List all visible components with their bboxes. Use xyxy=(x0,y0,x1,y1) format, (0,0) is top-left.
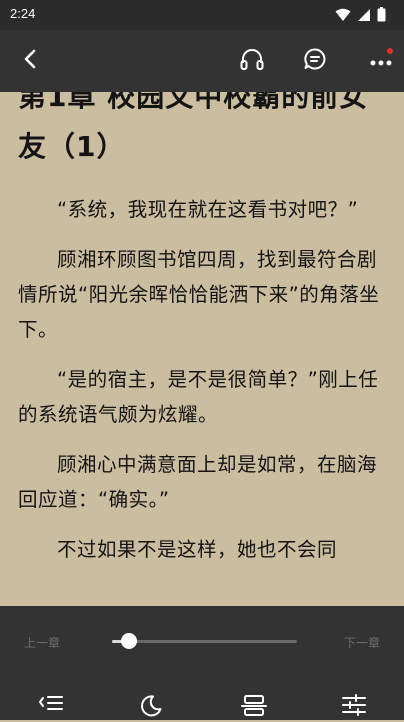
notification-dot xyxy=(387,48,393,54)
top-toolbar xyxy=(0,30,404,92)
paragraph: 不过如果不是这样，她也不会同 xyxy=(57,538,338,561)
toc-icon xyxy=(38,694,64,718)
status-time: 2:24 xyxy=(10,6,36,21)
prev-chapter-button[interactable]: 上一章 xyxy=(24,634,60,651)
next-chapter-button[interactable]: 下一章 xyxy=(344,634,380,651)
settings-sliders-icon xyxy=(341,694,367,720)
reading-area[interactable]: 第1章 校园文中校霸的前女友（1） “系统，我现在就在这看书对吧？” 顾湘环顾图… xyxy=(18,72,390,608)
battery-icon xyxy=(377,7,386,26)
bottom-panel: 上一章 下一章 xyxy=(0,606,404,720)
paragraph: “系统，我现在就在这看书对吧？” xyxy=(57,198,359,221)
page-layout-icon xyxy=(241,694,267,720)
chevron-left-icon xyxy=(20,48,40,74)
paragraph: 顾湘环顾图书馆四周，找到最符合剧情所说“阳光余晖恰恰能洒下来”的角落坐下。 xyxy=(18,248,380,341)
signal-icon xyxy=(357,7,371,26)
more-dots-icon xyxy=(369,52,393,71)
more-button[interactable] xyxy=(367,47,395,75)
paragraph: 顾湘心中满意面上却是如常，在脑海回应道：“确实。” xyxy=(18,453,378,511)
progress-slider-thumb[interactable] xyxy=(120,633,137,649)
status-icons xyxy=(335,7,386,26)
listen-button[interactable] xyxy=(238,47,266,75)
toc-button[interactable] xyxy=(36,694,66,722)
reader-page: 第1章 校园文中校霸的前女友（1） “系统，我现在就在这看书对吧？” 顾湘环顾图… xyxy=(0,0,404,720)
progress-slider[interactable] xyxy=(112,640,297,643)
night-mode-button[interactable] xyxy=(136,694,166,722)
comment-button[interactable] xyxy=(301,47,329,75)
night-mode-icon xyxy=(139,694,163,722)
headphones-icon xyxy=(239,47,265,75)
paragraph: “是的宿主，是不是很简单？”刚上任的系统语气颇为炫耀。 xyxy=(18,368,379,426)
comment-icon xyxy=(303,47,327,75)
back-button[interactable] xyxy=(16,47,44,75)
status-bar: 2:24 xyxy=(0,0,404,30)
page-layout-button[interactable] xyxy=(239,694,269,722)
settings-button[interactable] xyxy=(339,694,369,722)
wifi-icon xyxy=(335,7,351,26)
